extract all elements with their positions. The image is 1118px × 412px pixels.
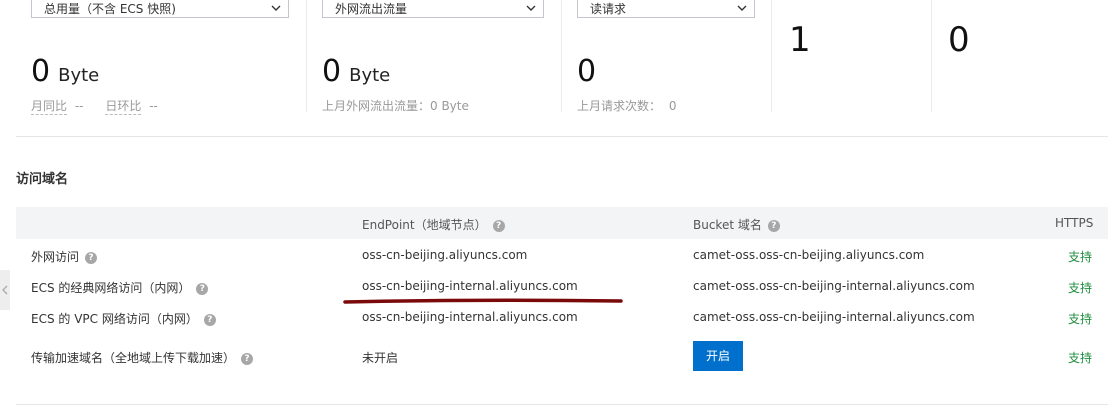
question-circle-icon[interactable]: ? xyxy=(241,352,254,365)
section-divider xyxy=(16,404,1108,405)
outbound-value: 0 Byte xyxy=(322,57,390,87)
yoy-value: -- xyxy=(74,99,84,113)
row-name: ECS 的 VPC 网络访问（内网）? xyxy=(31,310,216,327)
requests-note-label: 上月请求次数： xyxy=(577,99,662,113)
row-name: 外网访问? xyxy=(31,248,98,265)
https-support[interactable]: 支持 xyxy=(1068,310,1092,327)
usage-compare: 月同比 -- 日环比 -- xyxy=(31,97,158,115)
usage-unit: Byte xyxy=(58,65,100,86)
header-https: HTTPS xyxy=(1055,216,1094,230)
col5-value: 0 xyxy=(948,20,970,60)
chevron-down-icon xyxy=(526,5,536,11)
usage-dropdown[interactable]: 总用量（不含 ECS 快照) xyxy=(31,0,289,18)
outbound-dropdown-label: 外网流出流量 xyxy=(335,2,408,16)
row-bucket: camet-oss.oss-cn-beijing-internal.aliyun… xyxy=(693,310,975,324)
row-name-label: 传输加速域名（全地域上传下载加速） xyxy=(31,351,236,365)
yoy-label[interactable]: 月同比 xyxy=(31,99,68,115)
https-support[interactable]: 支持 xyxy=(1068,248,1092,265)
row-name-label: ECS 的 VPC 网络访问（内网） xyxy=(31,312,198,326)
row-bucket: camet-oss.oss-cn-beijing.aliyuncs.com xyxy=(693,248,925,262)
divider xyxy=(561,0,562,112)
outbound-note: 上月外网流出流量：0 Byte xyxy=(322,99,469,113)
header-endpoint-label: EndPoint（地域节点） xyxy=(362,218,487,232)
question-circle-icon[interactable]: ? xyxy=(85,251,98,264)
usage-number: 0 xyxy=(31,54,51,89)
requests-note-value: 0 xyxy=(668,99,677,113)
requests-dropdown-label: 读请求 xyxy=(590,2,627,16)
divider xyxy=(771,0,772,112)
col4-value: 1 xyxy=(789,20,811,60)
enable-acceleration-button[interactable]: 开启 xyxy=(693,341,743,371)
requests-dropdown[interactable]: 读请求 xyxy=(577,0,755,18)
question-circle-icon[interactable]: ? xyxy=(767,219,780,232)
chevron-down-icon xyxy=(737,5,747,11)
row-name: ECS 的经典网络访问（内网）? xyxy=(31,279,209,296)
usage-dropdown-label: 总用量（不含 ECS 快照) xyxy=(44,2,176,16)
https-support[interactable]: 支持 xyxy=(1068,279,1092,296)
row-name: 传输加速域名（全地域上传下载加速）? xyxy=(31,349,254,366)
chevron-left-icon xyxy=(2,285,8,295)
outbound-number: 0 xyxy=(322,54,342,89)
header-bucket-label: Bucket 域名 xyxy=(693,218,762,232)
requests-note: 上月请求次数： 0 xyxy=(577,97,676,114)
divider xyxy=(306,0,307,112)
outbound-unit: Byte xyxy=(349,65,391,86)
requests-number: 0 xyxy=(577,54,597,89)
divider xyxy=(931,0,932,112)
mom-label[interactable]: 日环比 xyxy=(105,99,142,115)
chevron-down-icon xyxy=(271,5,281,11)
row-endpoint: oss-cn-beijing-internal.aliyuncs.com xyxy=(362,310,578,324)
row-endpoint: oss-cn-beijing-internal.aliyuncs.com xyxy=(362,279,578,293)
row-name-label: 外网访问 xyxy=(31,250,80,264)
usage-value: 0 Byte xyxy=(31,57,99,87)
table-header xyxy=(16,207,1108,239)
row-name-label: ECS 的经典网络访问（内网） xyxy=(31,281,191,295)
question-circle-icon[interactable]: ? xyxy=(203,313,216,326)
requests-value: 0 xyxy=(577,57,596,87)
question-circle-icon[interactable]: ? xyxy=(196,282,209,295)
section-title: 访问域名 xyxy=(16,172,69,187)
sidebar-toggle[interactable] xyxy=(0,270,10,310)
row-bucket: camet-oss.oss-cn-beijing-internal.aliyun… xyxy=(693,279,975,293)
section-divider xyxy=(16,136,1108,137)
row-endpoint: 未开启 xyxy=(362,351,399,365)
outbound-dropdown[interactable]: 外网流出流量 xyxy=(322,0,544,18)
row-endpoint: oss-cn-beijing.aliyuncs.com xyxy=(362,248,528,262)
header-endpoint: EndPoint（地域节点）? xyxy=(362,216,505,233)
mom-value: -- xyxy=(149,99,158,113)
https-support[interactable]: 支持 xyxy=(1068,349,1092,366)
annotation-underline xyxy=(343,298,623,304)
header-bucket: Bucket 域名? xyxy=(693,216,780,233)
question-circle-icon[interactable]: ? xyxy=(492,219,505,232)
